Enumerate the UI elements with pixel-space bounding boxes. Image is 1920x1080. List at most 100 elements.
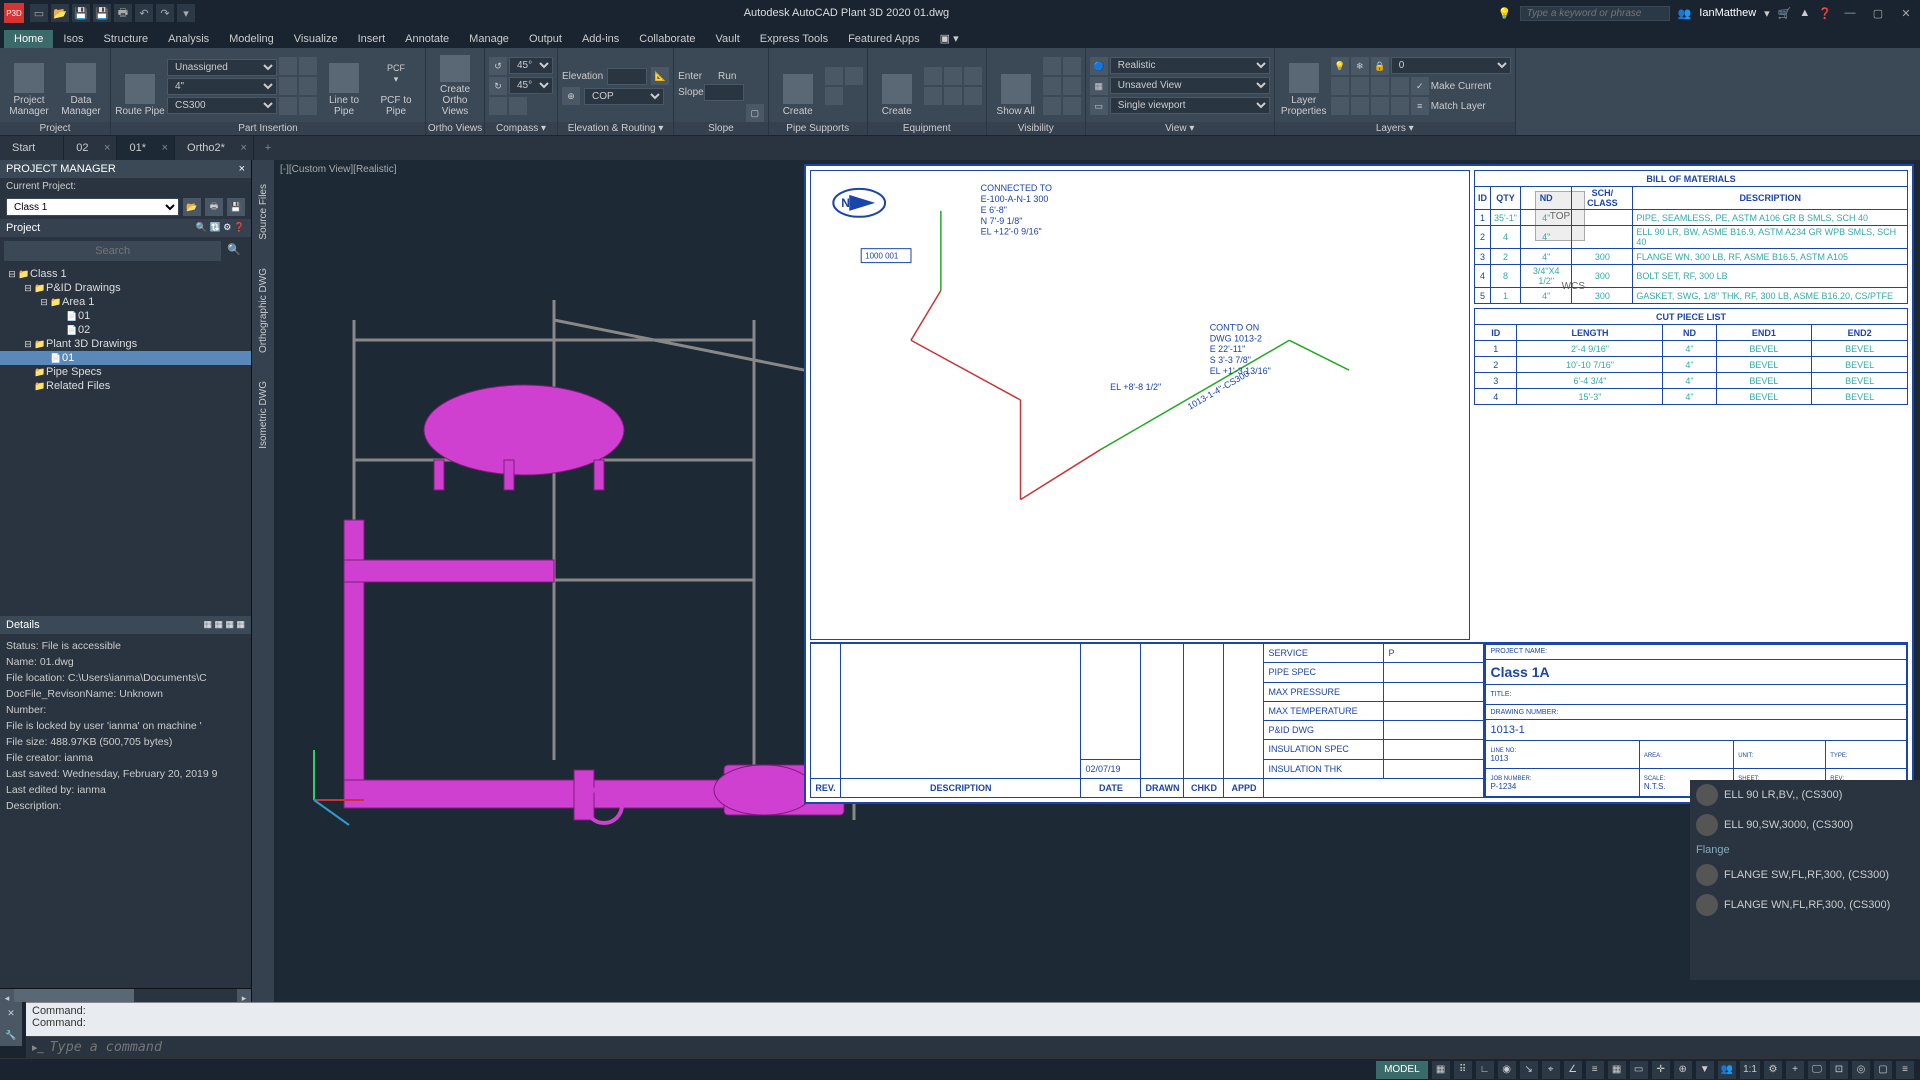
sb-scale[interactable]: 1:1: [1740, 1061, 1760, 1079]
pm-tools[interactable]: 🔍 🔃 ⚙ ❓: [196, 222, 245, 234]
details-tools[interactable]: ▦ ▦ ▦ ▦: [203, 619, 245, 631]
qat-plot-icon[interactable]: 🖶: [114, 4, 132, 22]
part-btn-5[interactable]: [279, 97, 297, 115]
viewport-select[interactable]: Single viewport: [1110, 97, 1270, 114]
cop-select[interactable]: COP: [584, 88, 664, 105]
catalog-group[interactable]: Flange: [1690, 840, 1920, 860]
compass-angle-2[interactable]: 45°: [509, 77, 553, 94]
eq-1[interactable]: [924, 67, 942, 85]
sb-custom-icon[interactable]: ≡: [1896, 1061, 1914, 1079]
match-layer-icon[interactable]: ≡: [1411, 97, 1429, 115]
sb-isolate-icon[interactable]: ◎: [1852, 1061, 1870, 1079]
menu-tab-annotate[interactable]: Annotate: [395, 30, 459, 48]
eq-5[interactable]: [944, 87, 962, 105]
project-manager-button[interactable]: Project Manager: [4, 55, 54, 117]
sb-gizmo-icon[interactable]: ✛: [1652, 1061, 1670, 1079]
maximize-button[interactable]: ▢: [1868, 4, 1888, 22]
side-tab[interactable]: Orthographic DWG: [258, 264, 269, 357]
slope-toggle[interactable]: ▢: [746, 104, 764, 122]
cmd-close-icon[interactable]: ✕: [0, 1002, 22, 1024]
sup-2[interactable]: [845, 67, 863, 85]
ly-1[interactable]: [1331, 77, 1349, 95]
tree-node[interactable]: ⊟📁Class 1: [0, 267, 251, 281]
user-icon[interactable]: 👥: [1678, 7, 1692, 20]
compass-tog-2[interactable]: [509, 97, 527, 115]
sb-sel-icon[interactable]: ▭: [1630, 1061, 1648, 1079]
catalog-item[interactable]: ELL 90,SW,3000, (CS300): [1690, 810, 1920, 840]
close-icon[interactable]: ×: [104, 142, 110, 154]
vis-5[interactable]: [1043, 97, 1061, 115]
search-icon[interactable]: 🔍: [221, 241, 247, 261]
tree-node[interactable]: ⊟📁Plant 3D Drawings: [0, 337, 251, 351]
sb-clean-icon[interactable]: ▢: [1874, 1061, 1892, 1079]
layer-select[interactable]: 0: [1391, 57, 1511, 74]
menu-tab-isos[interactable]: Isos: [53, 30, 93, 48]
catalog-item[interactable]: FLANGE SW,FL,RF,300, (CS300): [1690, 860, 1920, 890]
named-view-select[interactable]: Unsaved View: [1110, 77, 1270, 94]
compass-angle-1[interactable]: 45°: [509, 57, 553, 74]
ly-7[interactable]: [1371, 97, 1389, 115]
tree-node[interactable]: 📄01: [0, 309, 251, 323]
tree-node[interactable]: 📄01: [0, 351, 251, 365]
model-tab[interactable]: MODEL: [1376, 1061, 1428, 1079]
pipe-spec-select[interactable]: CS300: [167, 97, 277, 114]
qat-open-icon[interactable]: 📂: [51, 4, 69, 22]
sb-iso-icon[interactable]: ↘: [1520, 1061, 1538, 1079]
appstore-icon[interactable]: ▾: [1764, 7, 1770, 20]
menu-tab-output[interactable]: Output: [519, 30, 572, 48]
sb-otrack-icon[interactable]: ∠: [1564, 1061, 1582, 1079]
part-btn-4[interactable]: [299, 77, 317, 95]
vis-4[interactable]: [1063, 77, 1081, 95]
part-btn-1[interactable]: [279, 57, 297, 75]
sb-dyn-icon[interactable]: ⊕: [1674, 1061, 1692, 1079]
sb-ortho-icon[interactable]: ∟: [1476, 1061, 1494, 1079]
ly-8[interactable]: [1391, 97, 1409, 115]
show-all-button[interactable]: Show All: [991, 55, 1041, 117]
menu-tab-structure[interactable]: Structure: [94, 30, 159, 48]
make-current-icon[interactable]: ✓: [1411, 77, 1429, 95]
sb-snap-icon[interactable]: ⠿: [1454, 1061, 1472, 1079]
file-tab[interactable]: Start: [0, 136, 64, 160]
file-tab[interactable]: Ortho2*×: [175, 136, 254, 160]
sb-people-icon[interactable]: 👥: [1718, 1061, 1736, 1079]
support-create-button[interactable]: Create: [773, 55, 823, 117]
menu-tab-visualize[interactable]: Visualize: [284, 30, 348, 48]
menu-tab-home[interactable]: Home: [4, 30, 53, 48]
menu-tab-add-ins[interactable]: Add-ins: [572, 30, 629, 48]
cop-btn[interactable]: ⊕: [562, 87, 580, 105]
route-pipe-button[interactable]: Route Pipe: [115, 55, 165, 117]
part-btn-6[interactable]: [299, 97, 317, 115]
ly-3[interactable]: [1371, 77, 1389, 95]
tree-node[interactable]: 📁Related Files: [0, 379, 251, 393]
side-tab[interactable]: Source Files: [258, 180, 269, 244]
qat-redo-icon[interactable]: ↷: [156, 4, 174, 22]
cart-icon[interactable]: 🛒: [1778, 7, 1792, 20]
catalog-item[interactable]: ELL 90 LR,BV,, (CS300): [1690, 780, 1920, 810]
menu-tab-analysis[interactable]: Analysis: [158, 30, 219, 48]
line-number-select[interactable]: Unassigned: [167, 59, 277, 76]
pcf-to-pipe-button[interactable]: PCF▾PCF to Pipe: [371, 55, 421, 117]
compass-tog-1[interactable]: [489, 97, 507, 115]
qat-save-icon[interactable]: 💾: [72, 4, 90, 22]
layer-props-button[interactable]: Layer Properties: [1279, 55, 1329, 117]
catalog-item[interactable]: FLANGE WN,FL,RF,300, (CS300): [1690, 890, 1920, 920]
ly-6[interactable]: [1351, 97, 1369, 115]
menu-tab-collaborate[interactable]: Collaborate: [629, 30, 705, 48]
eq-2[interactable]: [944, 67, 962, 85]
side-tab[interactable]: Isometric DWG: [258, 377, 269, 453]
eq-6[interactable]: [964, 87, 982, 105]
sb-trans-icon[interactable]: ▦: [1608, 1061, 1626, 1079]
minimize-button[interactable]: —: [1840, 4, 1860, 22]
close-icon[interactable]: ×: [162, 142, 168, 154]
ly-2[interactable]: [1351, 77, 1369, 95]
tree-node[interactable]: ⊟📁Area 1: [0, 295, 251, 309]
help-icon[interactable]: ❓: [1818, 7, 1832, 20]
menu-tab-manage[interactable]: Manage: [459, 30, 519, 48]
viewport-label[interactable]: [-][Custom View][Realistic]: [280, 164, 397, 175]
add-tab-button[interactable]: +: [254, 136, 282, 160]
tree-node[interactable]: ⊟📁P&ID Drawings: [0, 281, 251, 295]
close-icon[interactable]: ×: [241, 142, 247, 154]
pm-close-icon[interactable]: ×: [239, 163, 245, 175]
layer-freeze[interactable]: ❄: [1351, 57, 1369, 75]
sb-grid-icon[interactable]: ▦: [1432, 1061, 1450, 1079]
